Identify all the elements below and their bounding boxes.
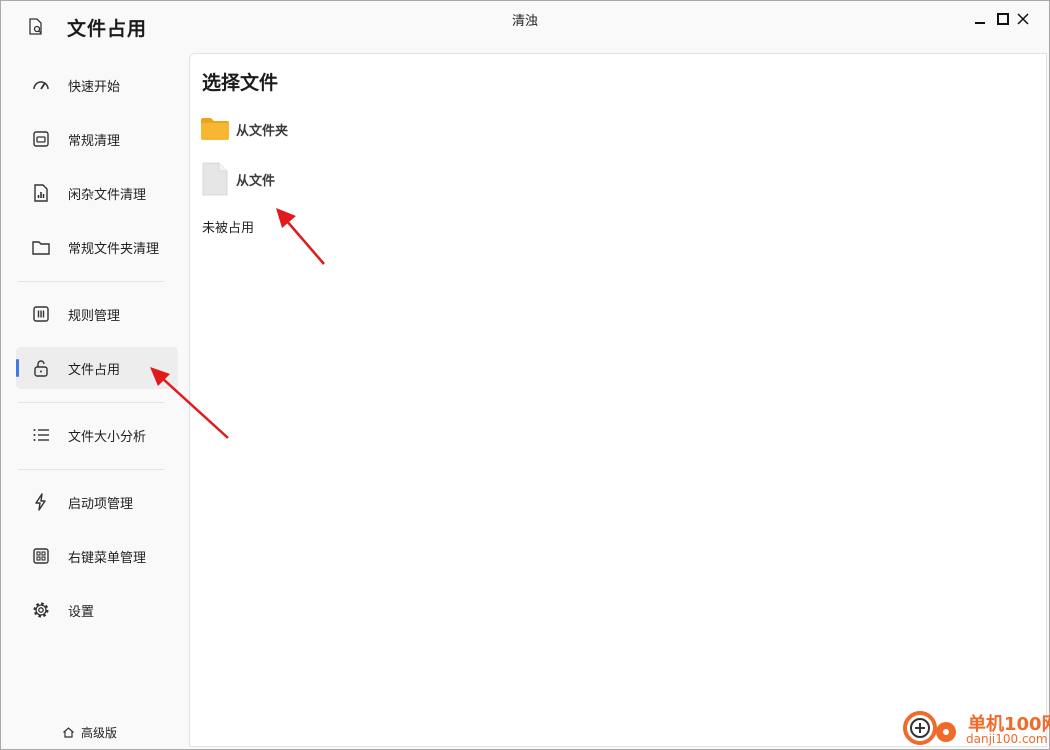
watermark-logo-icon: [903, 711, 956, 745]
close-button[interactable]: [1013, 9, 1033, 29]
watermark: 单机100网 danji100.com: [900, 706, 1050, 750]
sidebar-item-label: 文件大小分析: [68, 429, 147, 445]
folder-icon: [30, 236, 52, 258]
columns-icon: [30, 303, 52, 325]
divider: [18, 469, 164, 470]
maximize-button[interactable]: [993, 9, 1013, 29]
app-title: 文件占用: [67, 18, 148, 40]
file-search-icon: [29, 18, 42, 35]
sidebar-item-label: 启动项管理: [68, 496, 134, 512]
window-icon: [30, 128, 52, 150]
sidebar-item-label: 文件占用: [68, 362, 121, 378]
home-icon: [63, 727, 74, 738]
occupy-status: 未被占用: [202, 221, 255, 236]
from-folder-label: 从文件夹: [236, 123, 289, 139]
watermark-url: danji100.com: [966, 732, 1048, 746]
minimize-icon: [975, 22, 985, 24]
lightning-icon: [30, 491, 52, 513]
minimize-button[interactable]: [970, 9, 990, 29]
gauge-icon: [30, 74, 52, 96]
page-title: 选择文件: [202, 72, 279, 94]
divider: [18, 402, 164, 403]
close-icon: [1017, 13, 1029, 25]
sidebar-item-rules[interactable]: 规则管理: [16, 293, 178, 335]
file-chart-icon: [30, 182, 52, 204]
sidebar-item-label: 常规文件夹清理: [68, 241, 160, 257]
sidebar-item-label: 快速开始: [68, 79, 121, 95]
divider: [18, 281, 164, 282]
sidebar-item-context-menu[interactable]: 右键菜单管理: [16, 535, 178, 577]
sidebar-item-folder-clean[interactable]: 常规文件夹清理: [16, 226, 178, 268]
maximize-icon: [997, 13, 1009, 25]
sidebar-item-quick-start[interactable]: 快速开始: [16, 64, 178, 106]
sidebar-item-misc-file-clean[interactable]: 闲杂文件清理: [16, 172, 178, 214]
sidebar-item-label: 规则管理: [68, 308, 121, 324]
sidebar-item-regular-clean[interactable]: 常规清理: [16, 118, 178, 160]
gear-icon: [30, 599, 52, 621]
unlock-icon: [30, 357, 52, 379]
sidebar: 文件占用 快速开始 常规清理 闲杂文件清理 常规文件夹清理 规则管理 文件占用 …: [0, 0, 190, 750]
from-file-button[interactable]: 从文件: [200, 161, 275, 197]
sidebar-item-file-occupy[interactable]: 文件占用: [16, 347, 178, 389]
sidebar-item-label: 设置: [68, 604, 95, 620]
main-content: 选择文件 从文件夹 从文件 未被占用: [189, 53, 1047, 747]
sidebar-item-label: 右键菜单管理: [68, 550, 147, 566]
from-file-label: 从文件: [236, 173, 276, 189]
sidebar-item-file-size-analysis[interactable]: 文件大小分析: [16, 414, 178, 456]
premium-button[interactable]: 高级版: [62, 724, 117, 741]
premium-label: 高级版: [81, 726, 118, 740]
sidebar-item-label: 常规清理: [68, 133, 121, 149]
sidebar-item-startup[interactable]: 启动项管理: [16, 481, 178, 523]
list-icon: [30, 424, 52, 446]
from-folder-button[interactable]: 从文件夹: [200, 111, 288, 147]
grid-icon: [30, 545, 52, 567]
blank-file-icon: [202, 162, 228, 196]
yellow-folder-icon: [201, 118, 229, 140]
sidebar-item-settings[interactable]: 设置: [16, 589, 178, 631]
sidebar-item-label: 闲杂文件清理: [68, 187, 147, 203]
